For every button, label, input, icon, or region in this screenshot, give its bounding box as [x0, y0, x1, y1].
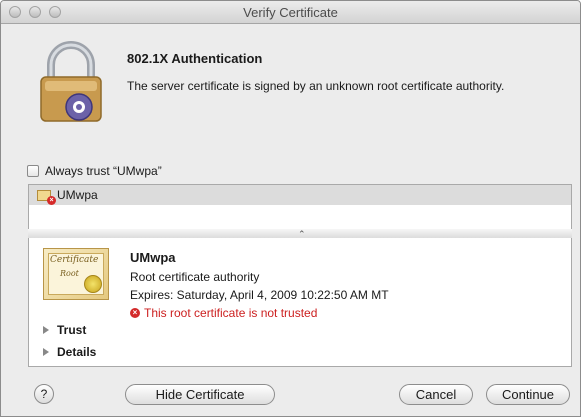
help-button[interactable]: ?	[34, 384, 54, 404]
always-trust-row[interactable]: Always trust “UMwpa”	[27, 164, 162, 178]
certificate-icon: Certificate Root	[43, 248, 109, 300]
disclosure-triangle-icon[interactable]	[43, 348, 49, 356]
trust-disclosure[interactable]: Trust	[43, 323, 86, 337]
certificate-details-pane: Certificate Root UMwpa Root certificate …	[28, 238, 572, 367]
certificate-icon-subtext: Root	[60, 269, 79, 278]
dialog-message: The server certificate is signed by an u…	[127, 79, 505, 93]
titlebar: Verify Certificate	[1, 1, 580, 24]
padlock-icon	[40, 41, 102, 122]
certificate-error-icon: ×	[37, 189, 56, 205]
continue-button[interactable]: Continue	[486, 384, 570, 405]
certificate-warning-text: This root certificate is not trusted	[144, 306, 318, 320]
list-item-label: UMwpa	[57, 188, 98, 202]
details-disclosure[interactable]: Details	[43, 345, 96, 359]
trust-section-label: Trust	[57, 323, 87, 337]
details-section-label: Details	[57, 345, 97, 359]
always-trust-checkbox[interactable]	[27, 165, 39, 177]
certificate-list[interactable]: × UMwpa	[28, 184, 572, 230]
error-x-icon: ×	[47, 195, 56, 205]
disclosure-triangle-icon[interactable]	[43, 326, 49, 334]
cancel-button[interactable]: Cancel	[399, 384, 473, 405]
certificate-expiry: Expires: Saturday, April 4, 2009 10:22:5…	[130, 288, 389, 302]
certificate-kind: Root certificate authority	[130, 270, 260, 284]
certificate-icon-text: Certificate	[50, 255, 99, 265]
hide-certificate-button[interactable]: Hide Certificate	[125, 384, 275, 405]
certificate-warning: × This root certificate is not trusted	[130, 306, 317, 320]
error-x-icon: ×	[130, 308, 140, 318]
always-trust-label: Always trust “UMwpa”	[45, 164, 162, 178]
window-title: Verify Certificate	[243, 5, 338, 20]
verify-certificate-window: Verify Certificate 802.1X Authentication…	[0, 0, 581, 417]
seal-icon	[84, 275, 102, 293]
list-item[interactable]: × UMwpa	[29, 185, 571, 205]
dialog-heading: 802.1X Authentication	[127, 51, 263, 66]
certificate-name: UMwpa	[130, 250, 176, 265]
